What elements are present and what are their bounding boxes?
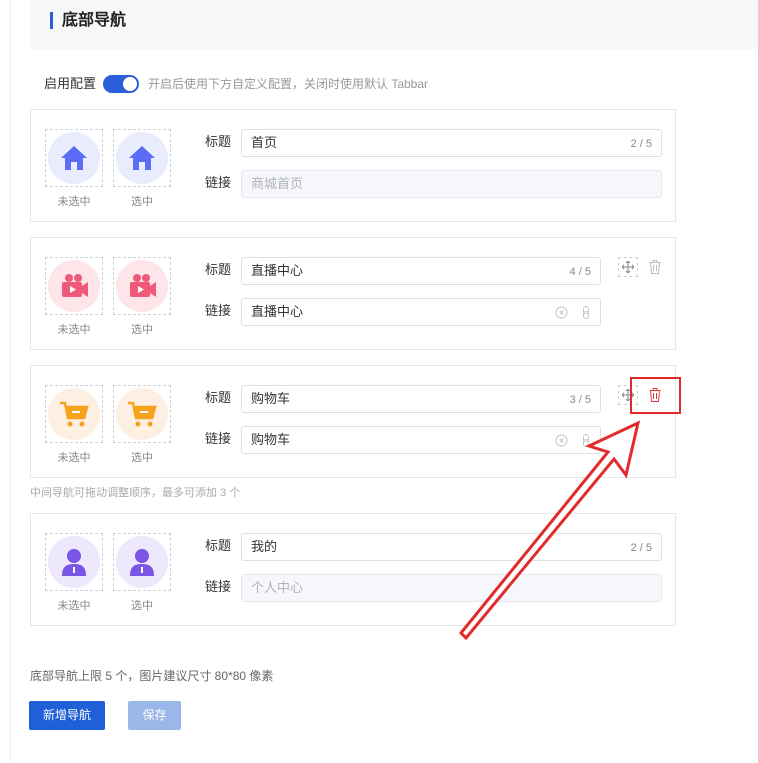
section-header [30, 0, 758, 49]
unselected-caption: 未选中 [57, 324, 91, 336]
icon-bg [48, 132, 100, 184]
footer-note: 底部导航上限 5 个，图片建议尺寸 80*80 像素 [30, 669, 274, 683]
live-camera-icon [130, 274, 156, 297]
link-label: 链接 [205, 175, 232, 190]
title-value: 首页 [251, 135, 278, 150]
link-placeholder: 个人中心 [251, 580, 304, 595]
user-icon [62, 549, 86, 576]
link-value: 直播中心 [251, 304, 304, 319]
link-input[interactable]: 直播中心 [241, 298, 601, 326]
selected-icon-upload[interactable] [113, 385, 171, 443]
icon-bg [116, 132, 168, 184]
char-count: 4 / 5 [569, 266, 591, 278]
title-label: 标题 [205, 134, 232, 149]
page-title: 底部导航 [62, 12, 127, 29]
title-label: 标题 [205, 262, 232, 277]
unselected-icon-upload[interactable] [45, 533, 103, 591]
char-count: 2 / 5 [630, 542, 652, 554]
add-nav-button[interactable]: 新增导航 [29, 701, 105, 730]
cart-icon [60, 401, 89, 427]
toggle-description: 开启后使用下方自定义配置，关闭时使用默认 Tabbar [148, 77, 429, 91]
cart-icon [128, 401, 157, 427]
selected-icon-upload[interactable] [113, 129, 171, 187]
title-input[interactable]: 我的 2 / 5 [241, 533, 662, 561]
icon-bg [48, 260, 100, 312]
highlight-box [630, 377, 681, 414]
link-label: 链接 [205, 579, 232, 594]
icon-bg [116, 260, 168, 312]
header-accent-bar [50, 12, 53, 29]
title-value: 购物车 [251, 391, 291, 406]
move-icon [622, 261, 634, 273]
title-value: 直播中心 [251, 263, 304, 278]
clear-icon[interactable] [555, 434, 568, 447]
nav-item-card-mine: 未选中 选中 标题 我的 2 / 5 链接 个人中心 [30, 513, 676, 626]
nav-item-card-home: 未选中 选中 标题 首页 2 / 5 链接 商城首页 [30, 109, 676, 222]
title-input[interactable]: 购物车 3 / 5 [241, 385, 601, 413]
user-icon [130, 549, 154, 576]
icon-bg [48, 388, 100, 440]
icon-bg [48, 536, 100, 588]
enable-config-label: 启用配置 [44, 76, 97, 91]
selected-caption: 选中 [131, 196, 153, 208]
clear-icon[interactable] [555, 306, 568, 319]
selected-icon-upload[interactable] [113, 533, 171, 591]
selected-caption: 选中 [131, 452, 153, 464]
link-icon[interactable] [582, 306, 590, 319]
char-count: 2 / 5 [630, 138, 652, 150]
drag-handle[interactable] [618, 257, 638, 277]
left-divider [10, 0, 11, 763]
delete-icon[interactable] [649, 260, 661, 274]
drag-hint: 中间导航可拖动调整顺序，最多可添加 3 个 [30, 487, 241, 499]
title-label: 标题 [205, 538, 232, 553]
home-icon [129, 146, 155, 170]
link-label: 链接 [205, 303, 232, 318]
icon-bg [116, 388, 168, 440]
title-input[interactable]: 首页 2 / 5 [241, 129, 662, 157]
save-button[interactable]: 保存 [128, 701, 181, 730]
title-label: 标题 [205, 390, 232, 405]
link-input[interactable]: 个人中心 [241, 574, 662, 602]
selected-icon-upload[interactable] [113, 257, 171, 315]
selected-caption: 选中 [131, 600, 153, 612]
unselected-icon-upload[interactable] [45, 129, 103, 187]
link-input[interactable]: 购物车 [241, 426, 601, 454]
char-count: 3 / 5 [569, 394, 591, 406]
link-placeholder: 商城首页 [251, 176, 304, 191]
unselected-caption: 未选中 [57, 196, 91, 208]
icon-bg [116, 536, 168, 588]
link-input[interactable]: 商城首页 [241, 170, 662, 198]
home-icon [61, 146, 87, 170]
unselected-icon-upload[interactable] [45, 385, 103, 443]
selected-caption: 选中 [131, 324, 153, 336]
live-camera-icon [62, 274, 88, 297]
nav-item-card-live[interactable]: 未选中 选中 标题 直播中心 4 / 5 链接 直播中心 [30, 237, 676, 350]
unselected-icon-upload[interactable] [45, 257, 103, 315]
title-input[interactable]: 直播中心 4 / 5 [241, 257, 601, 285]
nav-item-card-cart[interactable]: 未选中 选中 标题 购物车 3 / 5 链接 购物车 [30, 365, 676, 478]
toggle-knob [123, 77, 137, 91]
unselected-caption: 未选中 [57, 452, 91, 464]
link-value: 购物车 [251, 432, 291, 447]
link-icon[interactable] [582, 434, 590, 447]
title-value: 我的 [251, 539, 278, 554]
link-label: 链接 [205, 431, 232, 446]
enable-config-toggle[interactable] [103, 75, 139, 93]
unselected-caption: 未选中 [57, 600, 91, 612]
